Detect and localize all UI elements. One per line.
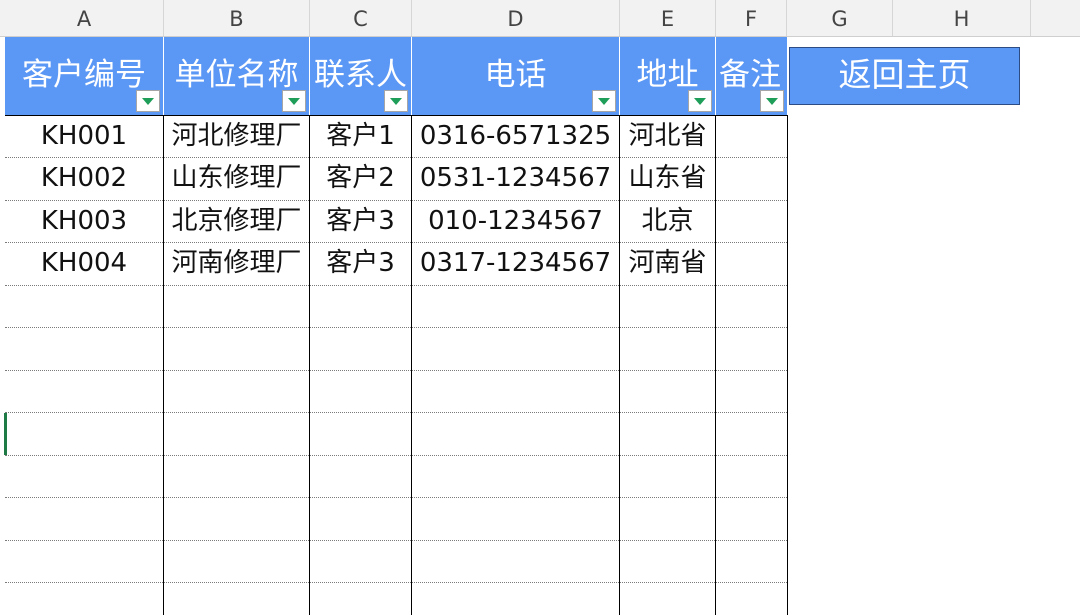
cell-phone[interactable]: 0317-1234567	[412, 242, 619, 284]
cell-contact[interactable]: 客户3	[310, 242, 411, 284]
dropdown-filter-icon[interactable]	[688, 90, 712, 112]
cell-company-name[interactable]: 北京修理厂	[164, 200, 309, 242]
column-header-d[interactable]: D	[412, 0, 620, 37]
cell-phone[interactable]: 010-1234567	[412, 200, 619, 242]
active-cell-marker	[4, 413, 7, 455]
dropdown-filter-icon[interactable]	[384, 90, 408, 112]
cell-contact[interactable]: 客户2	[310, 157, 411, 199]
cell-company-name[interactable]: 山东修理厂	[164, 157, 309, 199]
header-customer-id[interactable]: 客户编号	[5, 37, 163, 115]
column-header-a[interactable]: A	[5, 0, 164, 37]
cell-customer-id[interactable]: KH002	[5, 157, 163, 199]
cell-address[interactable]: 北京	[620, 200, 715, 242]
header-phone[interactable]: 电话	[412, 37, 619, 115]
column-header-g[interactable]: G	[787, 0, 893, 37]
column-header-e[interactable]: E	[620, 0, 716, 37]
header-phone-label: 电话	[484, 57, 547, 93]
header-company-name[interactable]: 单位名称	[164, 37, 309, 115]
cell-address[interactable]: 河北省	[620, 115, 715, 157]
cell-address[interactable]: 河南省	[620, 242, 715, 284]
dropdown-filter-icon[interactable]	[760, 90, 784, 112]
cell-notes[interactable]	[716, 242, 787, 284]
cell-customer-id[interactable]: KH004	[5, 242, 163, 284]
header-address[interactable]: 地址	[620, 37, 715, 115]
cell-notes[interactable]	[716, 157, 787, 199]
column-header-bar: A B C D E F G H	[0, 0, 1080, 37]
cell-notes[interactable]	[716, 200, 787, 242]
dropdown-filter-icon[interactable]	[592, 90, 616, 112]
column-header-c[interactable]: C	[310, 0, 412, 37]
column-header-h[interactable]: H	[893, 0, 1031, 37]
cell-contact[interactable]: 客户1	[310, 115, 411, 157]
cell-contact[interactable]: 客户3	[310, 200, 411, 242]
header-company-name-label: 单位名称	[174, 57, 299, 93]
dropdown-filter-icon[interactable]	[282, 90, 306, 112]
header-notes[interactable]: 备注	[716, 37, 787, 115]
cell-customer-id[interactable]: KH003	[5, 200, 163, 242]
header-contact[interactable]: 联系人	[310, 37, 411, 115]
cell-company-name[interactable]: 河北修理厂	[164, 115, 309, 157]
cell-address[interactable]: 山东省	[620, 157, 715, 199]
cell-notes[interactable]	[716, 115, 787, 157]
cell-company-name[interactable]: 河南修理厂	[164, 242, 309, 284]
cell-customer-id[interactable]: KH001	[5, 115, 163, 157]
dropdown-filter-icon[interactable]	[136, 90, 160, 112]
cell-phone[interactable]: 0531-1234567	[412, 157, 619, 199]
column-header-f[interactable]: F	[716, 0, 787, 37]
cell-phone[interactable]: 0316-6571325	[412, 115, 619, 157]
header-customer-id-label: 客户编号	[22, 57, 146, 93]
column-header-b[interactable]: B	[164, 0, 310, 37]
return-home-button[interactable]: 返回主页	[789, 47, 1020, 105]
